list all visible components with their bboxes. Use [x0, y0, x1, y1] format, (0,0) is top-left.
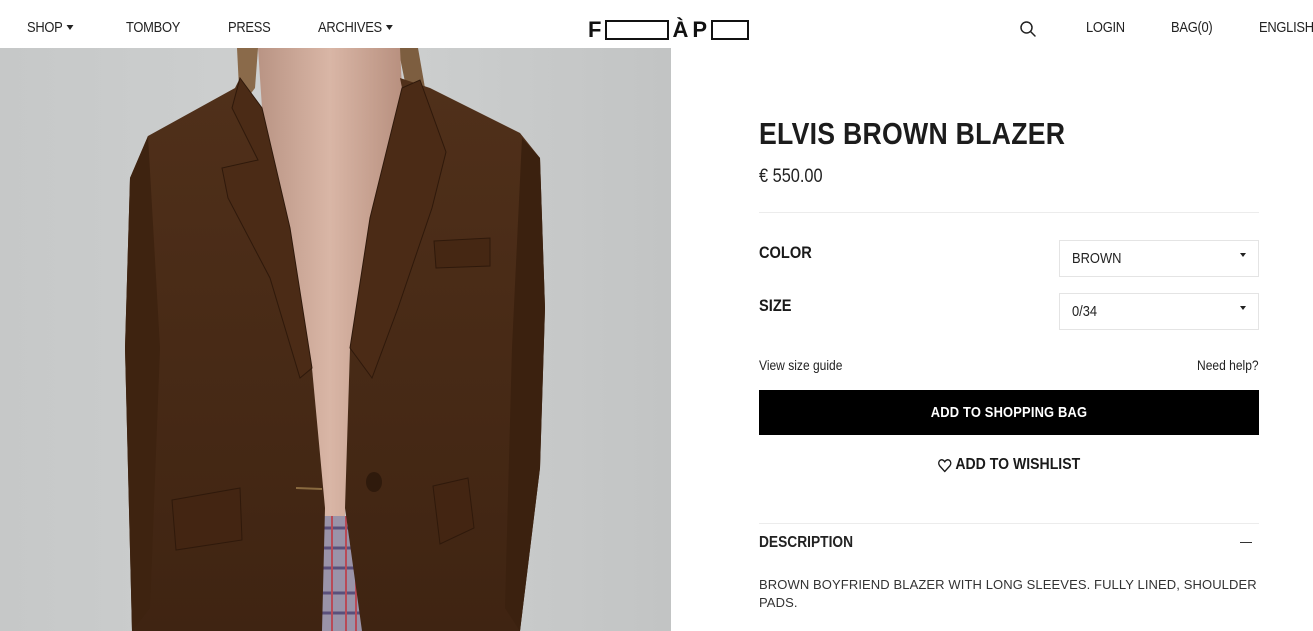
- color-label: COLOR: [759, 243, 812, 262]
- site-header: SHOP TOMBOY PRESS ARCHIVES F À P LOGIN B…: [0, 0, 1313, 48]
- heart-icon: [938, 458, 952, 472]
- product-image[interactable]: [0, 48, 671, 631]
- size-select-value: 0/34: [1072, 303, 1098, 320]
- chevron-down-icon: [66, 24, 74, 30]
- nav-language[interactable]: ENGLISH: [1259, 19, 1313, 36]
- nav-shop-label: SHOP: [27, 19, 63, 36]
- logo-letter: À: [672, 17, 690, 42]
- description-heading[interactable]: DESCRIPTION: [759, 534, 853, 552]
- search-icon: [1020, 21, 1036, 37]
- nav-archives-label: ARCHIVES: [318, 19, 382, 36]
- search-button[interactable]: [1019, 20, 1037, 38]
- logo-letter: F: [588, 17, 603, 42]
- color-select-value: BROWN: [1072, 250, 1122, 267]
- color-select[interactable]: BROWN: [1059, 240, 1259, 277]
- product-price: € 550.00: [759, 166, 823, 187]
- size-select[interactable]: 0/34: [1059, 293, 1259, 330]
- nav-archives[interactable]: ARCHIVES: [318, 19, 394, 36]
- brand-logo[interactable]: F À P: [588, 17, 750, 42]
- chevron-down-icon: [1240, 253, 1246, 257]
- nav-shop[interactable]: SHOP: [27, 19, 74, 36]
- size-label: SIZE: [759, 296, 792, 315]
- description-text: BROWN BOYFRIEND BLAZER WITH LONG SLEEVES…: [759, 577, 1257, 610]
- need-help-link[interactable]: Need help?: [1197, 357, 1259, 373]
- logo-letter: P: [692, 17, 709, 42]
- product-photo: [0, 48, 671, 631]
- nav-login[interactable]: LOGIN: [1086, 19, 1125, 36]
- description-toggle[interactable]: [1234, 532, 1258, 554]
- minus-icon: [1240, 542, 1252, 543]
- divider: [759, 212, 1259, 213]
- nav-bag[interactable]: BAG(0): [1171, 19, 1213, 36]
- chevron-down-icon: [386, 24, 394, 30]
- logo-box: [605, 20, 670, 40]
- nav-tomboy[interactable]: TOMBOY: [126, 19, 180, 36]
- add-to-wishlist-label: ADD TO WISHLIST: [955, 456, 1081, 473]
- divider: [759, 523, 1259, 524]
- add-to-wishlist-button[interactable]: ADD TO WISHLIST: [759, 454, 1259, 476]
- size-guide-link[interactable]: View size guide: [759, 357, 842, 373]
- logo-box: [711, 20, 750, 40]
- nav-press[interactable]: PRESS: [228, 19, 271, 36]
- chevron-down-icon: [1240, 306, 1246, 310]
- add-to-bag-button[interactable]: ADD TO SHOPPING BAG: [759, 390, 1259, 435]
- add-to-bag-label: ADD TO SHOPPING BAG: [930, 404, 1088, 421]
- product-title: ELVIS BROWN BLAZER: [759, 116, 1066, 151]
